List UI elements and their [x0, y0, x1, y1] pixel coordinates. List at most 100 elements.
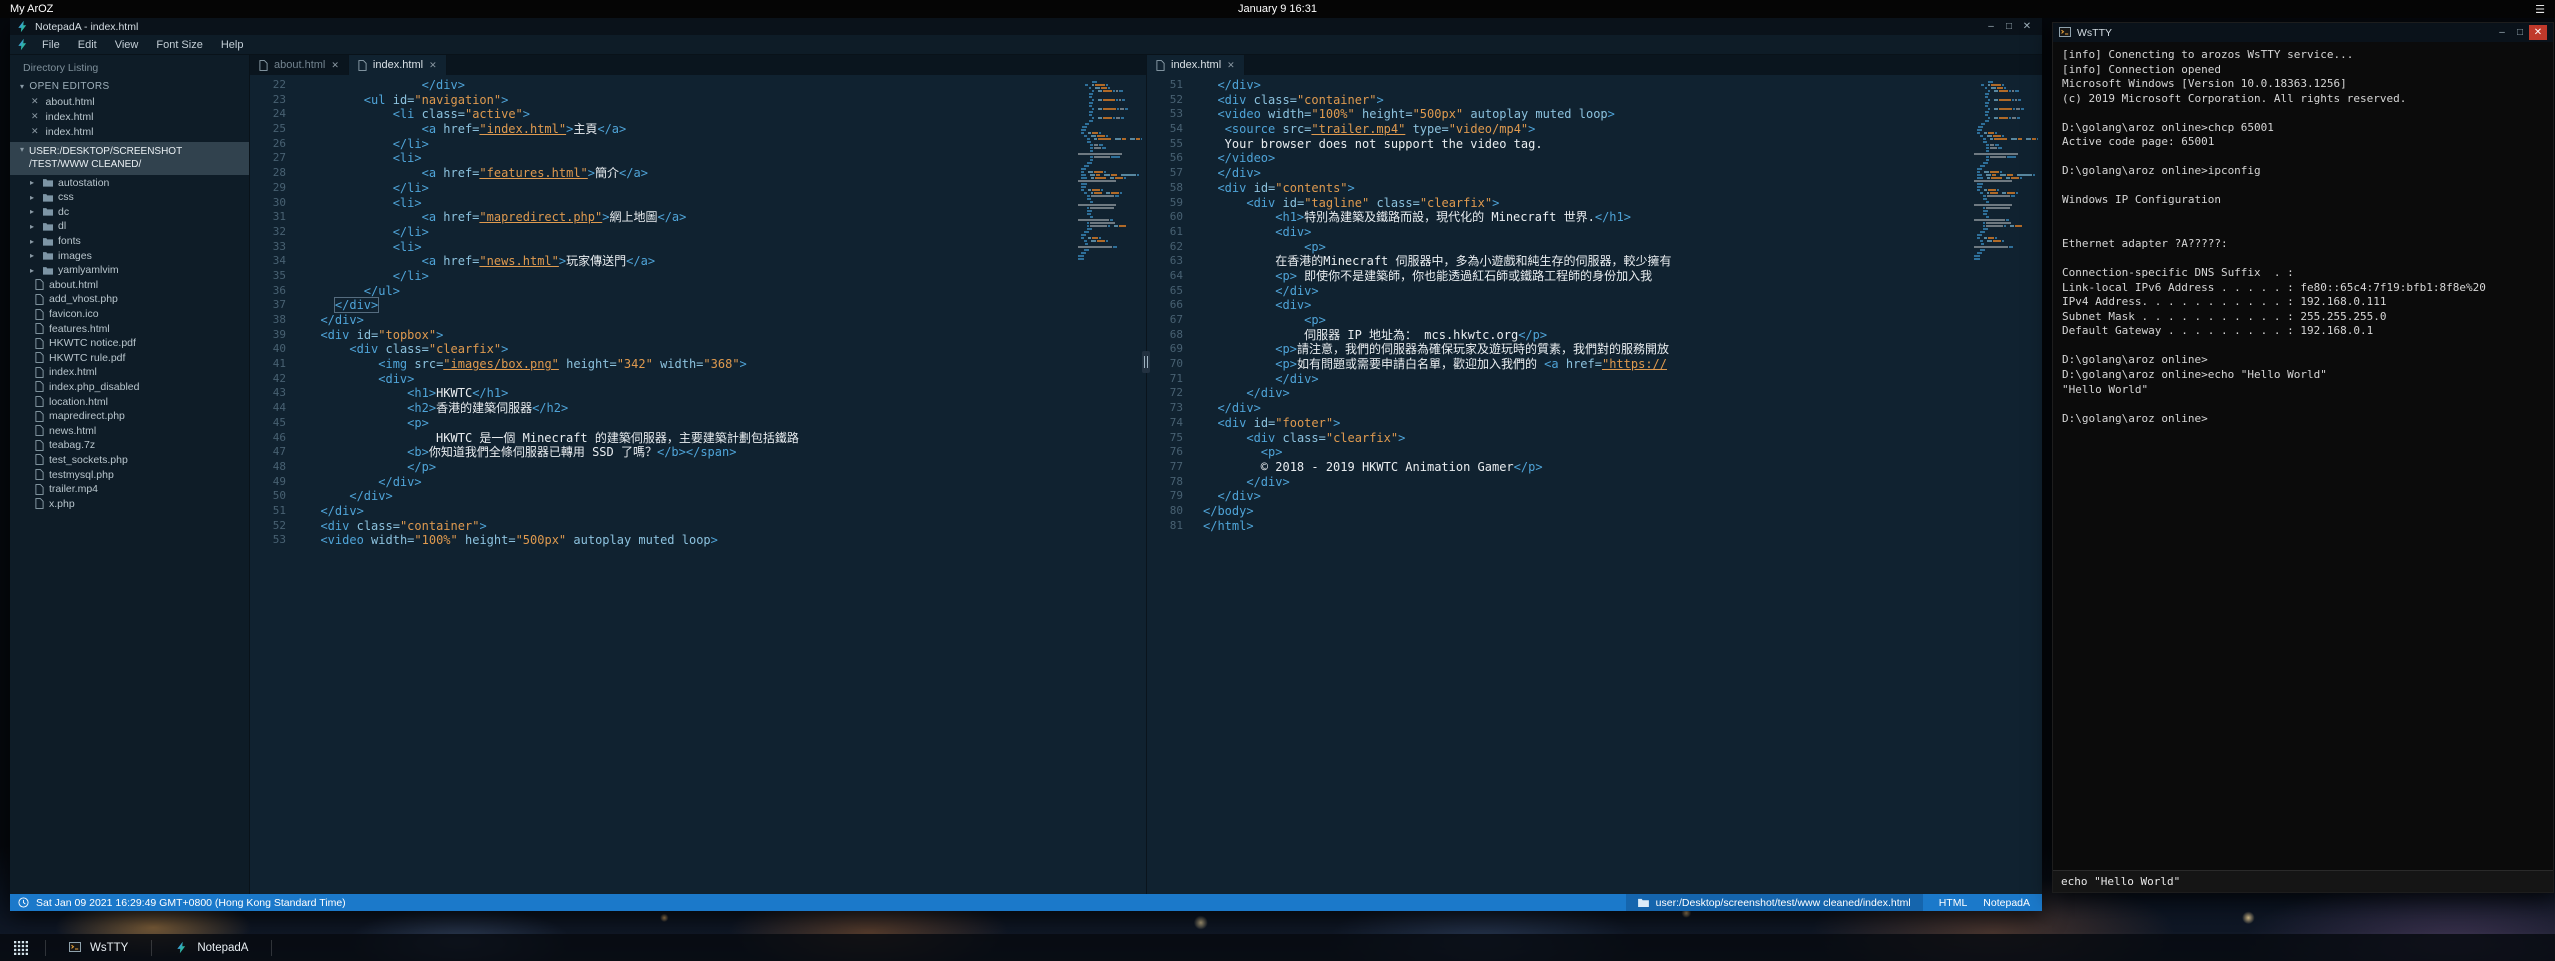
menu-item-edit[interactable]: Edit [69, 39, 106, 51]
menu-item-view[interactable]: View [106, 39, 148, 51]
status-language[interactable]: HTML [1939, 897, 1968, 909]
tree-file[interactable]: location.html [10, 394, 249, 409]
tree-file[interactable]: trailer.mp4 [10, 482, 249, 497]
terminal-output[interactable]: [info] Conencting to arozos WsTTY servic… [2053, 42, 2553, 870]
folder-name: yamlyamlvim [58, 264, 119, 276]
line-number: 23 [250, 93, 286, 108]
tree-file[interactable]: test_sockets.php [10, 453, 249, 468]
code-text: </li> [286, 181, 429, 196]
start-menu-button[interactable] [6, 934, 36, 961]
tree-file[interactable]: HKWTC rule.pdf [10, 351, 249, 366]
pane-split-handle[interactable] [1142, 351, 1150, 373]
code-text: </li> [286, 225, 429, 240]
editor-area: about.html✕index.html✕ 22 </div>23 <ul i… [250, 55, 2042, 894]
tree-folder[interactable]: ▸images [10, 248, 249, 263]
code-text: </div> [1183, 372, 1319, 387]
status-file-path[interactable]: user:/Desktop/screenshot/test/www cleane… [1626, 894, 1923, 911]
close-tab-icon[interactable]: ✕ [1227, 60, 1235, 71]
open-editors-header[interactable]: ▾ OPEN EDITORS [10, 79, 249, 94]
close-file-icon[interactable]: ✕ [31, 111, 39, 122]
open-editor-item[interactable]: ✕index.html [10, 124, 249, 139]
file-name: test_sockets.php [49, 454, 128, 466]
tree-folder[interactable]: ▸ yamlyamlvim [10, 263, 249, 278]
minimap-left[interactable] [1074, 75, 1146, 315]
tree-file[interactable]: news.html [10, 423, 249, 438]
notepad-titlebar[interactable]: NotepadA - index.html – □ ✕ [10, 18, 2042, 35]
root-folder-header[interactable]: ▾ USER:/DESKTOP/SCREENSHOT /TEST/WWW CLE… [10, 142, 249, 175]
tree-file[interactable]: index.php_disabled [10, 380, 249, 395]
tree-file[interactable]: x.php [10, 496, 249, 511]
menu-item-font-size[interactable]: Font Size [147, 39, 211, 51]
line-number: 24 [250, 107, 286, 122]
close-file-icon[interactable]: ✕ [31, 96, 39, 107]
line-number: 53 [250, 533, 286, 548]
tree-file[interactable]: about.html [10, 278, 249, 293]
tree-file[interactable]: testmysql.php [10, 467, 249, 482]
code-line: 80</body> [1147, 504, 1970, 519]
editor-tab-index.html[interactable]: index.html✕ [349, 55, 447, 75]
tree-folder[interactable]: ▸fonts [10, 234, 249, 249]
editor-tab-about.html[interactable]: about.html✕ [250, 55, 349, 75]
line-number: 34 [250, 254, 286, 269]
code-line: 79 </div> [1147, 489, 1970, 504]
menu-item-file[interactable]: File [33, 39, 69, 51]
terminal-input[interactable]: echo "Hello World" [2053, 870, 2553, 892]
tree-file[interactable]: features.html [10, 321, 249, 336]
close-tab-icon[interactable]: ✕ [331, 60, 339, 71]
code-editor-right[interactable]: 51 </div>52 <div class="container">53 <v… [1147, 75, 1970, 894]
minimize-button[interactable]: – [2493, 25, 2511, 40]
tree-file[interactable]: HKWTC notice.pdf [10, 336, 249, 351]
wstty-titlebar[interactable]: WsTTY – □ ✕ [2053, 23, 2553, 42]
line-number: 43 [250, 386, 286, 401]
code-line: 65 </div> [1147, 284, 1970, 299]
maximize-button[interactable]: □ [2000, 19, 2018, 34]
taskbar-item-wstty[interactable]: WsTTY [55, 934, 142, 961]
minimize-button[interactable]: – [1982, 19, 2000, 34]
tree-folder[interactable]: ▸css [10, 190, 249, 205]
close-button[interactable]: ✕ [2529, 25, 2547, 40]
code-text: <li> [286, 151, 422, 166]
minimap-right[interactable] [1970, 75, 2042, 315]
open-editor-item[interactable]: ✕about.html [10, 94, 249, 109]
tree-folder[interactable]: ▸dc [10, 205, 249, 220]
line-number: 59 [1147, 196, 1183, 211]
tree-file[interactable]: index.html [10, 365, 249, 380]
line-number: 57 [1147, 166, 1183, 181]
chevron-right-icon: ▸ [30, 266, 38, 275]
maximize-button[interactable]: □ [2511, 25, 2529, 40]
code-editor-left[interactable]: 22 </div>23 <ul id="navigation">24 <li c… [250, 75, 1074, 894]
line-number: 42 [250, 372, 286, 387]
code-text: </div> [1183, 489, 1261, 504]
open-editor-item[interactable]: ✕index.html [10, 109, 249, 124]
line-number: 60 [1147, 210, 1183, 225]
hamburger-menu-icon[interactable]: ☰ [2535, 3, 2545, 16]
line-number: 26 [250, 137, 286, 152]
code-line: 22 </div> [250, 78, 1074, 93]
tree-file[interactable]: favicon.ico [10, 307, 249, 322]
code-line: 38 </div> [250, 313, 1074, 328]
tab-label: index.html [1171, 59, 1221, 71]
line-number: 49 [250, 475, 286, 490]
code-line: 53 <video width="100%" height="500px" au… [250, 533, 1074, 548]
code-text: <video width="100%" height="500px" autop… [1183, 107, 1615, 122]
line-number: 64 [1147, 269, 1183, 284]
tree-folder[interactable]: ▸autostation [10, 175, 249, 190]
file-icon [35, 411, 44, 422]
menu-item-help[interactable]: Help [212, 39, 253, 51]
tree-file[interactable]: teabag.7z [10, 438, 249, 453]
editor-tab-index.html[interactable]: index.html ✕ [1147, 55, 1245, 75]
tree-folder[interactable]: ▸dl [10, 219, 249, 234]
line-number: 30 [250, 196, 286, 211]
status-bar: Sat Jan 09 2021 16:29:49 GMT+0800 (Hong … [10, 894, 2042, 911]
system-menu[interactable]: My ArOZ [10, 3, 53, 15]
tree-file[interactable]: mapredirect.php [10, 409, 249, 424]
tree-file[interactable]: add_vhost.php [10, 292, 249, 307]
taskbar-item-notepada[interactable]: NotepadA [161, 934, 262, 961]
folder-icon [43, 237, 53, 246]
code-text: </div> [286, 298, 378, 313]
close-tab-icon[interactable]: ✕ [429, 60, 437, 71]
close-button[interactable]: ✕ [2018, 19, 2036, 34]
code-text: <div class="container"> [1183, 93, 1384, 108]
close-file-icon[interactable]: ✕ [31, 126, 39, 137]
line-number: 71 [1147, 372, 1183, 387]
